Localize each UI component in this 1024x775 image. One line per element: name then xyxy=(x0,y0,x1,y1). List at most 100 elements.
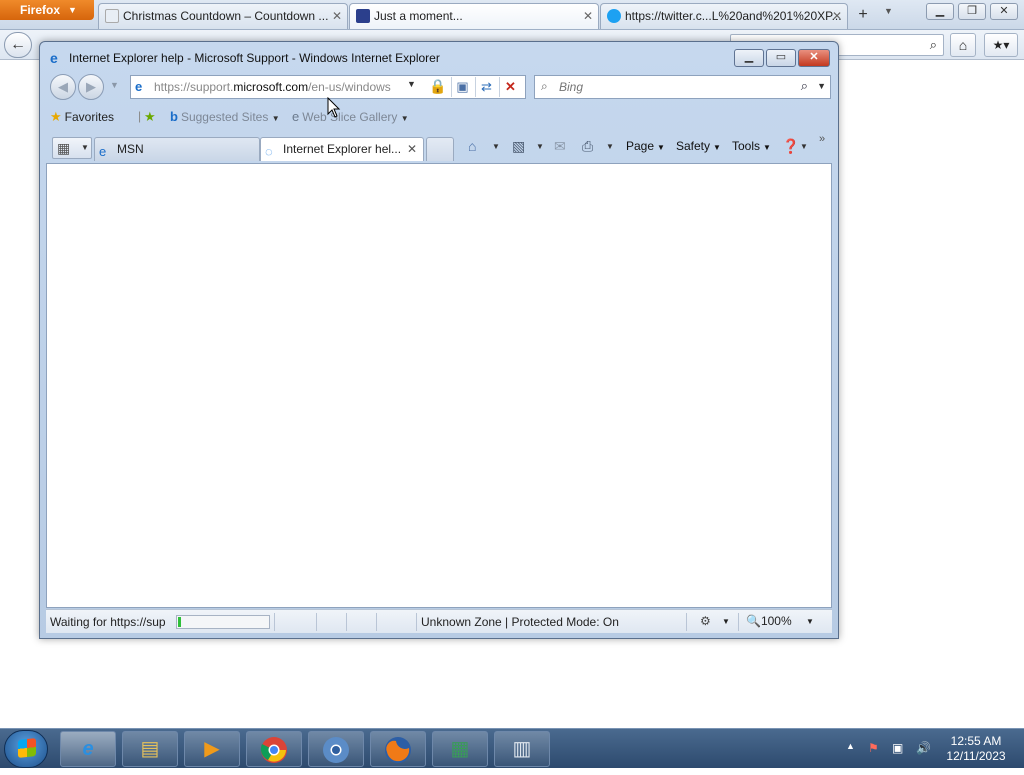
window-title: Internet Explorer help - Microsoft Suppo… xyxy=(69,51,440,65)
address-bar[interactable]: e https://support.microsoft.com/en-us/wi… xyxy=(130,75,526,99)
chrome-taskbar-icon[interactable] xyxy=(246,731,302,767)
search-go-icon[interactable]: ⌕ xyxy=(801,78,808,94)
new-tab-button[interactable]: + xyxy=(852,4,874,26)
close-icon[interactable]: ✕ xyxy=(583,4,593,28)
ie-tab-active[interactable]: ◌ Internet Explorer hel... ✕ xyxy=(260,137,424,161)
feeds-icon[interactable]: ▧ xyxy=(512,138,525,155)
close-icon[interactable]: ✕ xyxy=(832,4,842,28)
firefox-tab[interactable]: https://twitter.c...L%20and%201%20XP... … xyxy=(600,3,848,29)
add-to-favorites-button[interactable]: ★ xyxy=(144,109,159,125)
clock[interactable]: 12:55 AM 12/11/2023 xyxy=(940,734,1012,764)
help-icon[interactable]: ❓ xyxy=(782,138,799,155)
print-options-chevron-icon[interactable]: ▼ xyxy=(606,142,614,151)
tools-menu[interactable]: Tools ▼ xyxy=(732,139,771,153)
status-separator xyxy=(738,613,739,631)
media-player-taskbar-icon[interactable]: ▶ xyxy=(184,731,240,767)
safety-menu[interactable]: Safety ▼ xyxy=(676,139,721,153)
read-mail-icon[interactable]: ✉ xyxy=(554,138,566,155)
stop-icon[interactable]: ✕ xyxy=(499,77,521,97)
home-options-chevron-icon[interactable]: ▼ xyxy=(492,142,500,151)
more-commands-icon[interactable]: » xyxy=(819,133,825,145)
ie-page-icon: e xyxy=(99,144,107,159)
close-icon[interactable]: ✕ xyxy=(332,4,342,28)
minimize-button[interactable]: ▁ xyxy=(926,3,954,20)
feeds-options-chevron-icon[interactable]: ▼ xyxy=(536,142,544,151)
close-button[interactable]: ✕ xyxy=(990,3,1018,20)
page-content-area[interactable] xyxy=(46,163,832,608)
search-options-chevron-icon[interactable]: ▼ xyxy=(817,81,826,91)
ie-window: e Internet Explorer help - Microsoft Sup… xyxy=(39,41,839,639)
clock-date: 12/11/2023 xyxy=(946,749,1006,763)
compatibility-view-icon[interactable]: ▣ xyxy=(451,77,473,97)
ie-tab-msn[interactable]: e MSN xyxy=(94,137,260,161)
search-input[interactable] xyxy=(557,79,787,95)
status-separator xyxy=(346,613,347,631)
favorites-button[interactable]: ★ Favorites xyxy=(50,109,114,125)
page-icon: e xyxy=(135,79,143,94)
web-slice-icon: e xyxy=(292,109,300,124)
search-box[interactable]: ⌕ ⌕ ▼ xyxy=(534,75,831,99)
favorites-separator: | xyxy=(138,109,142,123)
help-options-chevron-icon[interactable]: ▼ xyxy=(800,142,808,151)
firefox-taskbar-icon[interactable] xyxy=(370,731,426,767)
address-url[interactable]: https://support.microsoft.com/en-us/wind… xyxy=(154,80,391,94)
windows-logo-icon xyxy=(18,738,36,758)
web-slice-gallery-link[interactable]: e Web Slice Gallery ▼ xyxy=(292,109,409,124)
taskbar: e ▤ ▶ ▦ ▥ ▲ ⚑ ▣ 🔊 12:55 AM 12/11/2023 xyxy=(0,728,1024,768)
ie-back-button[interactable]: ◀ xyxy=(50,74,76,100)
bing-icon: b xyxy=(170,109,178,124)
twitter-icon xyxy=(607,9,621,23)
search-icon: ⌕ xyxy=(929,37,937,52)
ie-logo-icon: e xyxy=(50,50,58,66)
tab-list-chevron-icon[interactable]: ▼ xyxy=(884,6,893,16)
status-bar: Waiting for https://sup Unknown Zone | P… xyxy=(46,609,832,633)
firefox-menu-button[interactable]: Firefox ▼ xyxy=(0,0,94,20)
chevron-down-icon[interactable]: ▼ xyxy=(722,617,730,626)
add-favorite-star-icon: ★ xyxy=(144,109,156,124)
back-button[interactable]: ← xyxy=(4,32,32,58)
firefox-menu-label: Firefox xyxy=(20,3,61,17)
security-zone[interactable]: Unknown Zone | Protected Mode: On xyxy=(421,615,619,629)
volume-icon[interactable]: 🔊 xyxy=(916,741,931,755)
ie-minimize-button[interactable]: ▁ xyxy=(734,49,764,67)
zoom-level[interactable]: 🔍100% xyxy=(746,614,792,628)
explorer-taskbar-icon[interactable]: ▤ xyxy=(122,731,178,767)
status-separator xyxy=(416,613,417,631)
home-icon[interactable]: ⌂ xyxy=(468,138,476,154)
zoom-chevron-icon[interactable]: ▼ xyxy=(806,617,814,626)
ie-forward-button[interactable]: ▶ xyxy=(78,74,104,100)
close-tab-icon[interactable]: ✕ xyxy=(407,138,417,160)
protected-mode-icon[interactable]: ⚙ xyxy=(700,614,711,628)
chromium-taskbar-icon[interactable] xyxy=(308,731,364,767)
tab-list-chevron-icon[interactable]: ▼ xyxy=(81,143,89,152)
status-separator xyxy=(274,613,275,631)
ie-maximize-button[interactable]: ▭ xyxy=(766,49,796,67)
action-center-icon[interactable]: ⚑ xyxy=(868,741,879,755)
start-button[interactable] xyxy=(4,730,48,768)
restore-button[interactable]: ❐ xyxy=(958,3,986,20)
quick-tabs-button[interactable]: ▦ ▼ xyxy=(52,137,92,159)
ie-close-button[interactable]: ✕ xyxy=(798,49,830,67)
firefox-tab[interactable]: Just a moment... ✕ xyxy=(349,3,599,29)
refresh-icon[interactable]: ⇄ xyxy=(475,77,497,97)
firefox-tab[interactable]: Christmas Countdown – Countdown ... ✕ xyxy=(98,3,348,29)
address-dropdown-icon[interactable]: ▼ xyxy=(407,79,416,89)
mouse-cursor-icon xyxy=(327,97,341,118)
page-menu[interactable]: Page ▼ xyxy=(626,139,665,153)
chevron-down-icon: ▼ xyxy=(657,143,665,152)
ie-taskbar-icon[interactable]: e xyxy=(60,731,116,767)
zoom-icon: 🔍 xyxy=(746,614,761,628)
suggested-sites-link[interactable]: b Suggested Sites ▼ xyxy=(170,109,280,124)
ie-new-tab-button[interactable] xyxy=(426,137,454,161)
home-button[interactable]: ⌂ xyxy=(950,33,976,57)
show-hidden-icons-chevron-icon[interactable]: ▲ xyxy=(846,741,855,751)
print-icon[interactable]: ⎙ xyxy=(582,138,593,155)
bookmarks-button[interactable]: ★▾ xyxy=(984,33,1018,57)
network-icon[interactable]: ▣ xyxy=(892,741,903,755)
recent-pages-chevron-icon[interactable]: ▼ xyxy=(110,80,119,90)
calculator-taskbar-icon[interactable]: ▥ xyxy=(494,731,550,767)
network-monitor-taskbar-icon[interactable]: ▦ xyxy=(432,731,488,767)
loading-spinner-icon: ◌ xyxy=(265,144,273,159)
firefox-tab-title: Christmas Countdown – Countdown ... xyxy=(123,9,329,23)
lock-icon[interactable]: 🔒 xyxy=(429,78,446,95)
